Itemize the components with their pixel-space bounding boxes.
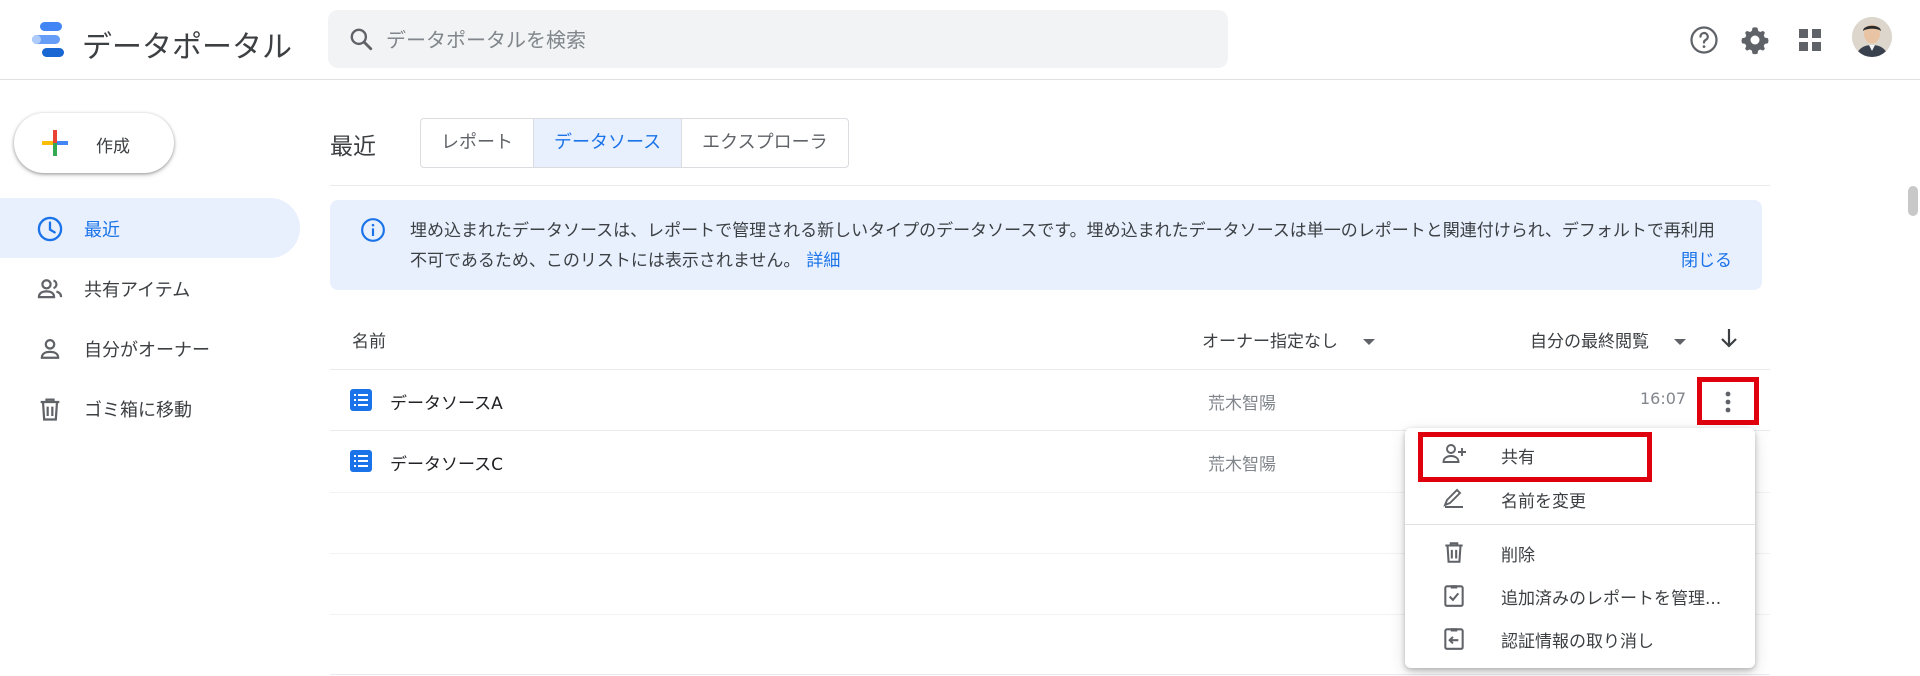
caret-down-icon	[1363, 339, 1376, 345]
sidebar-item-label: ゴミ箱に移動	[84, 400, 192, 421]
row-owner: 荒木智陽	[1208, 394, 1276, 414]
data-source-icon	[350, 450, 372, 472]
search-bar[interactable]	[328, 10, 1228, 70]
search-input[interactable]	[384, 10, 1208, 70]
menu-item-manage-reports[interactable]: 追加済みのレポートを管理...	[1405, 575, 1755, 615]
tab-data-sources[interactable]: データソース	[534, 119, 683, 167]
highlight-box	[1418, 432, 1652, 482]
sidebar-item-recent[interactable]: 最近	[0, 198, 300, 258]
column-header-name[interactable]: 名前	[352, 327, 386, 352]
more-options-button[interactable]	[1697, 377, 1759, 425]
menu-divider	[1405, 524, 1755, 525]
row-owner: 荒木智陽	[1208, 455, 1276, 475]
plus-icon	[42, 130, 68, 156]
sort-dropdown[interactable]: 自分の最終閲覧	[1530, 327, 1687, 352]
clock-icon	[37, 216, 63, 242]
tab-group: レポート データソース エクスプローラ	[420, 118, 849, 168]
search-icon[interactable]	[348, 26, 374, 52]
banner-text: 埋め込まれたデータソースは、レポートで管理される新しいタイプのデータソースです。…	[410, 216, 1730, 276]
create-label: 作成	[96, 137, 130, 157]
person-icon	[40, 339, 60, 359]
data-portal-logo[interactable]	[30, 20, 70, 60]
owner-filter-dropdown[interactable]: オーナー指定なし	[1202, 327, 1376, 352]
sidebar-item-trash[interactable]: ゴミ箱に移動	[0, 378, 300, 438]
clipboard-revoke-icon	[1444, 628, 1464, 650]
settings-icon[interactable]	[1735, 20, 1775, 60]
sort-label: 自分の最終閲覧	[1530, 332, 1649, 352]
banner-close-link[interactable]: 閉じる	[1681, 246, 1732, 271]
table-row[interactable]: データソースA 荒木智陽 16:07	[330, 369, 1770, 431]
row-name[interactable]: データソースC	[390, 450, 503, 475]
menu-item-delete[interactable]: 削除	[1405, 532, 1755, 572]
data-source-icon	[350, 389, 372, 411]
sidebar-item-label: 共有アイテム	[84, 280, 191, 301]
menu-item-revoke-credentials[interactable]: 認証情報の取り消し	[1405, 618, 1755, 658]
sort-direction-arrow-icon[interactable]	[1718, 326, 1740, 350]
apps-grid-icon[interactable]	[1790, 20, 1830, 60]
menu-item-rename[interactable]: 名前を変更	[1405, 478, 1755, 518]
trash-icon	[40, 398, 60, 421]
help-icon[interactable]	[1684, 20, 1724, 60]
info-icon	[361, 218, 385, 242]
more-vert-icon	[1725, 391, 1731, 413]
rename-icon	[1443, 488, 1463, 508]
divider	[330, 674, 1770, 675]
tab-reports[interactable]: レポート	[421, 119, 534, 167]
sidebar-item-label: 自分がオーナー	[84, 340, 210, 361]
page-title: 最近	[330, 134, 376, 160]
top-bar: データポータル	[0, 0, 1920, 80]
menu-item-label: 追加済みのレポートを管理...	[1501, 589, 1722, 609]
sidebar-item-shared[interactable]: 共有アイテム	[0, 258, 300, 318]
menu-item-label: 名前を変更	[1501, 492, 1586, 512]
owner-filter-label: オーナー指定なし	[1202, 332, 1338, 352]
sidebar-item-owned-by-me[interactable]: 自分がオーナー	[0, 318, 300, 378]
row-name[interactable]: データソースA	[390, 389, 503, 414]
clipboard-check-icon	[1444, 585, 1464, 607]
scrollbar-thumb[interactable]	[1908, 186, 1918, 216]
create-button[interactable]: 作成	[14, 113, 174, 173]
caret-down-icon	[1674, 339, 1687, 345]
banner-message: 埋め込まれたデータソースは、レポートで管理される新しいタイプのデータソースです。…	[410, 221, 1715, 271]
row-time: 16:07	[1640, 389, 1687, 408]
tab-explorer[interactable]: エクスプローラ	[682, 119, 847, 167]
divider	[330, 185, 1770, 186]
avatar[interactable]	[1852, 17, 1892, 57]
menu-item-label: 削除	[1501, 546, 1535, 566]
learn-more-link[interactable]: 詳細	[806, 251, 840, 271]
sidebar-item-label: 最近	[84, 220, 120, 241]
menu-item-label: 認証情報の取り消し	[1501, 632, 1654, 652]
trash-icon	[1445, 542, 1463, 563]
info-banner: 埋め込まれたデータソースは、レポートで管理される新しいタイプのデータソースです。…	[330, 200, 1762, 290]
people-icon	[37, 279, 63, 299]
app-title: データポータル	[82, 30, 292, 65]
